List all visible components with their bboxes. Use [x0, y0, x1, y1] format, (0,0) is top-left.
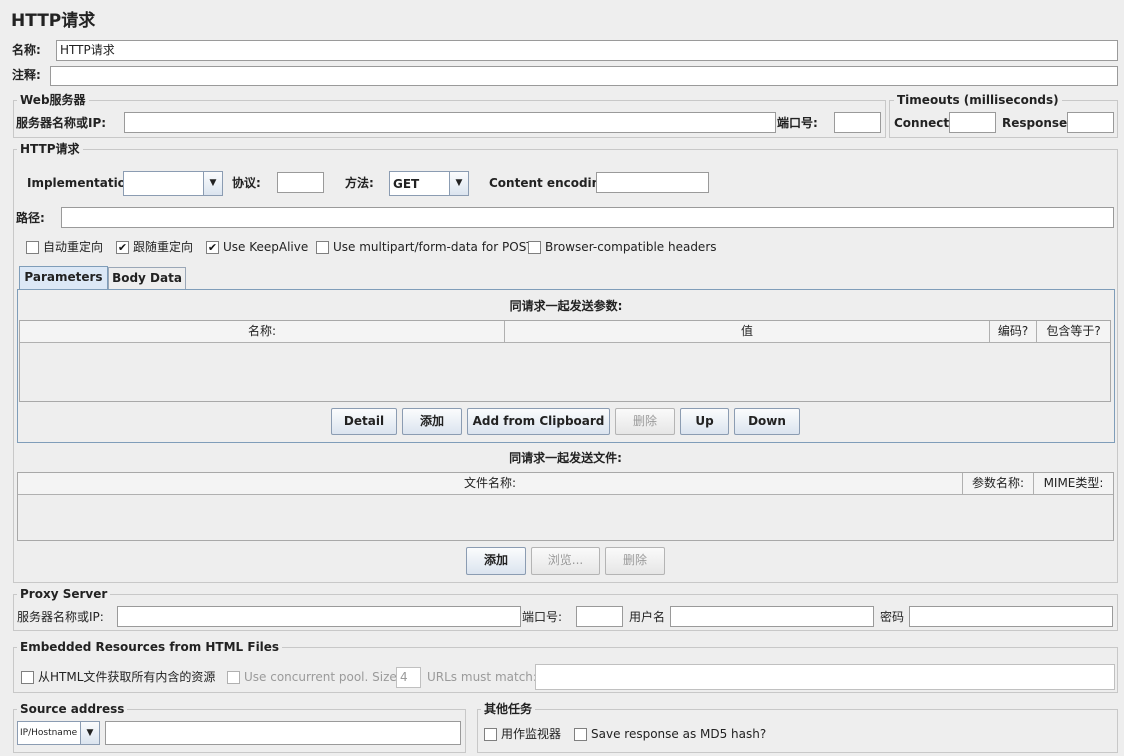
urls-match-label: URLs must match: — [427, 670, 537, 684]
delete-button[interactable]: 删除 — [615, 408, 675, 435]
proxy-user-label: 用户名 — [629, 610, 666, 624]
encoding-input[interactable] — [596, 172, 709, 193]
response-label: Response: — [1002, 116, 1072, 130]
params-table[interactable]: 名称: 值 编码? 包含等于? — [19, 320, 1111, 402]
follow-redirect-checkbox[interactable]: ✔ — [116, 241, 129, 254]
chevron-down-icon: ▼ — [80, 722, 99, 744]
md5-checkbox[interactable] — [574, 728, 587, 741]
fetch-resources-checkbox[interactable] — [21, 671, 34, 684]
params-column-include-equals[interactable]: 包含等于? — [1037, 321, 1110, 343]
page-title: HTTP请求 — [11, 11, 96, 31]
timeouts-title: Timeouts (milliseconds) — [894, 93, 1062, 107]
multipart-checkbox[interactable] — [316, 241, 329, 254]
monitor-label: 用作监视器 — [501, 727, 562, 741]
implementation-select[interactable]: ▼ — [123, 171, 223, 196]
protocol-input[interactable] — [277, 172, 324, 193]
proxy-port-input[interactable] — [576, 606, 623, 627]
pool-size-input[interactable]: 4 — [396, 667, 421, 688]
urls-match-input[interactable] — [535, 664, 1115, 690]
md5-label: Save response as MD5 hash? — [591, 727, 767, 741]
keepalive-label: Use KeepAlive — [223, 240, 309, 254]
encoding-label: Content encoding: — [489, 176, 614, 190]
proxy-title: Proxy Server — [17, 587, 111, 601]
method-label: 方法: — [345, 176, 374, 190]
server-input[interactable] — [124, 112, 776, 133]
tab-parameters[interactable]: Parameters — [19, 266, 108, 290]
detail-button[interactable]: Detail — [331, 408, 397, 435]
chevron-down-icon: ▼ — [449, 172, 468, 195]
proxy-server-input[interactable] — [117, 606, 521, 627]
chevron-down-icon: ▼ — [203, 172, 222, 195]
params-title: 同请求一起发送参数: — [509, 299, 623, 313]
path-input[interactable] — [61, 207, 1114, 228]
fetch-resources-label: 从HTML文件获取所有内含的资源 — [38, 670, 216, 684]
response-input[interactable] — [1067, 112, 1114, 133]
source-type-select[interactable]: IP/Hostname ▼ — [17, 721, 100, 745]
http-request-title: HTTP请求 — [17, 142, 83, 156]
name-field[interactable]: HTTP请求 — [56, 40, 1118, 61]
path-label: 路径: — [16, 211, 45, 225]
comment-label: 注释: — [12, 68, 41, 82]
browser-headers-checkbox[interactable] — [528, 241, 541, 254]
params-column-encode[interactable]: 编码? — [990, 321, 1037, 343]
params-column-name[interactable]: 名称: — [20, 321, 505, 343]
multipart-label: Use multipart/form-data for POST — [333, 240, 534, 254]
source-address-input[interactable] — [105, 721, 461, 745]
files-column-filename[interactable]: 文件名称: — [18, 473, 963, 495]
proxy-server-label: 服务器名称或IP: — [17, 610, 104, 624]
files-title: 同请求一起发送文件: — [509, 451, 622, 465]
source-address-title: Source address — [17, 702, 128, 716]
add-from-clipboard-button[interactable]: Add from Clipboard — [467, 408, 610, 435]
files-table[interactable]: 文件名称: 参数名称: MIME类型: — [17, 472, 1114, 541]
auto-redirect-label: 自动重定向 — [43, 240, 104, 254]
tab-body-data[interactable]: Body Data — [108, 267, 186, 289]
up-button[interactable]: Up — [680, 408, 729, 435]
down-button[interactable]: Down — [734, 408, 800, 435]
proxy-password-label: 密码 — [880, 610, 905, 624]
files-column-mime-type[interactable]: MIME类型: — [1034, 473, 1113, 495]
monitor-checkbox[interactable] — [484, 728, 497, 741]
method-value: GET — [393, 177, 420, 191]
auto-redirect-checkbox[interactable] — [26, 241, 39, 254]
method-select[interactable]: GET ▼ — [389, 171, 469, 196]
port-input[interactable] — [834, 112, 881, 133]
concurrent-pool-checkbox[interactable] — [227, 671, 240, 684]
concurrent-pool-label: Use concurrent pool. Size: — [244, 670, 401, 684]
keepalive-checkbox[interactable]: ✔ — [206, 241, 219, 254]
params-column-value[interactable]: 值 — [505, 321, 990, 343]
files-column-param-name[interactable]: 参数名称: — [963, 473, 1034, 495]
file-browse-button[interactable]: 浏览... — [531, 547, 600, 575]
other-tasks-title: 其他任务 — [481, 702, 536, 716]
name-label: 名称: — [12, 43, 41, 57]
proxy-password-input[interactable] — [909, 606, 1113, 627]
port-label: 端口号: — [777, 116, 818, 130]
proxy-port-label: 端口号: — [522, 610, 563, 624]
source-type-value: IP/Hostname — [20, 728, 78, 738]
embedded-title: Embedded Resources from HTML Files — [17, 640, 283, 654]
proxy-user-input[interactable] — [670, 606, 874, 627]
follow-redirect-label: 跟随重定向 — [133, 240, 194, 254]
connect-label: Connect: — [894, 116, 954, 130]
file-delete-button[interactable]: 删除 — [605, 547, 665, 575]
web-server-title: Web服务器 — [17, 93, 89, 107]
file-add-button[interactable]: 添加 — [466, 547, 526, 575]
comment-field[interactable] — [50, 66, 1118, 86]
browser-headers-label: Browser-compatible headers — [545, 240, 717, 254]
server-label: 服务器名称或IP: — [16, 116, 107, 130]
connect-input[interactable] — [949, 112, 996, 133]
add-button[interactable]: 添加 — [402, 408, 462, 435]
protocol-label: 协议: — [232, 176, 261, 190]
